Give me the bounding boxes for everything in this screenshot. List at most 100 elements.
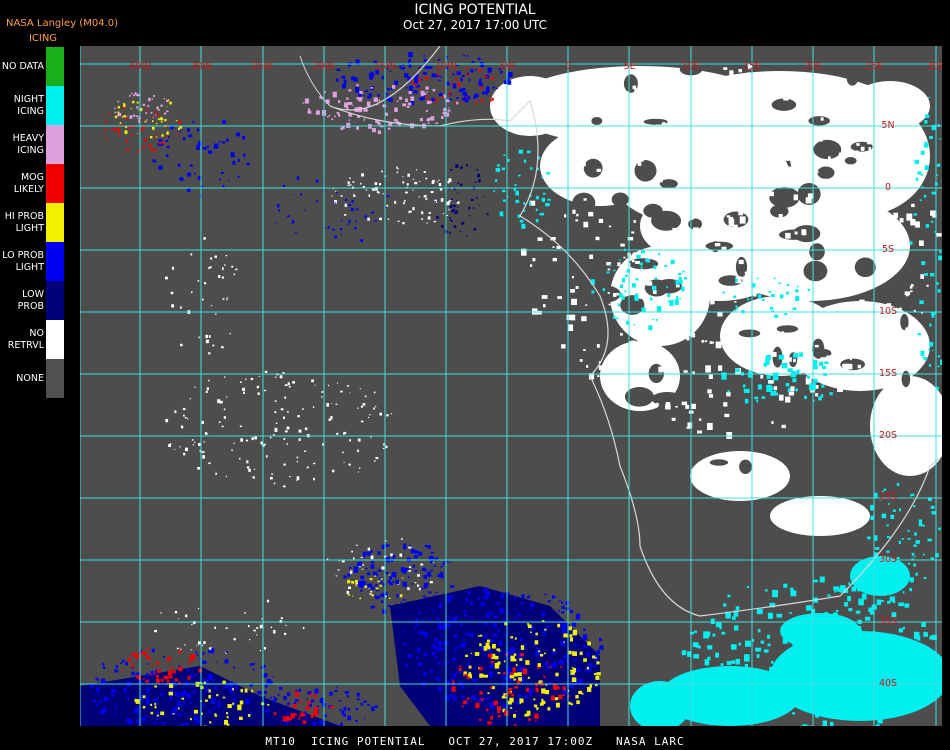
cloud-pixel [714,243,721,247]
cloud-pixel [361,568,364,570]
cloud-pixel [293,194,295,195]
cloud-pixel [427,122,430,124]
cloud-pixel [571,276,574,279]
cloud-pixel [347,62,351,67]
cloud-pixel [151,98,153,100]
cloud-pixel [693,142,697,148]
cloud-pixel [432,88,436,92]
cloud-pixel [904,693,907,697]
cloud-pixel [759,677,763,681]
cloud-pixel [450,678,454,681]
cloud-pixel [285,430,288,433]
cloud-pixel [499,640,502,644]
cloud-pixel [562,694,565,696]
cloud-pixel [418,551,423,556]
cloud-pixel [287,382,290,386]
cloud-pixel [561,626,567,633]
cloud-pixel [478,204,480,206]
legend-swatch [46,359,64,398]
cloud-pixel [146,119,148,121]
cloud-pixel [454,102,457,104]
cloud-pixel [351,581,355,584]
cloud-pixel [507,691,512,695]
cloud-pixel [655,319,658,321]
cloud-pixel [904,574,907,576]
cloud-pixel [167,656,171,662]
cloud-pixel [827,640,831,643]
cloud-pixel [126,116,128,118]
cloud-pixel [665,402,671,408]
cloud-pixel [376,121,380,124]
cloud-pixel [368,93,372,97]
cloud-pixel [129,115,133,119]
cloud-pixel [709,670,712,673]
cloud-pixel [521,223,526,229]
cloud-pixel [408,85,414,91]
cloud-pixel [263,700,266,703]
cloud-pixel [235,268,238,271]
cloud-pixel [178,650,182,654]
cloud-pixel [148,144,151,148]
cloud-pixel [529,202,532,205]
cloud-pixel [735,278,738,283]
cloud-pixel [895,321,900,325]
cloud-pixel [203,237,206,240]
cloud-pixel [430,551,434,554]
cloud-pixel [154,705,157,709]
cloud-pixel [340,219,343,222]
cloud-pixel [763,305,768,310]
cloud-pixel [664,264,667,267]
cloud-pixel [296,460,298,463]
cloud-pixel [231,449,233,451]
cloud-pixel [938,255,942,261]
cloud-pixel [648,325,653,331]
cloud-pixel [767,309,770,312]
cloud-pixel [849,174,852,177]
cloud-pixel [251,437,254,441]
cloud-pixel [744,271,747,275]
cloud-pixel [890,205,893,209]
cloud-pixel [165,139,169,143]
cloud-pixel [795,296,800,301]
cloud-pixel [178,713,182,716]
cloud-pixel [468,215,471,217]
cloud-pixel [859,318,863,323]
cloud-pixel [920,150,925,155]
cloud-pixel [134,707,139,712]
cloud-pixel [100,709,104,715]
cloud-pixel [419,87,421,90]
cloud-pixel [648,349,653,352]
cloud-pixel [348,594,351,596]
cloud-pixel [443,87,445,89]
cloud-pixel [413,626,416,629]
cloud-pixel [363,108,368,112]
icing-map[interactable]: 40W30W25W20W15W10W5W05E10E15E20E25E30E35… [80,46,942,726]
cloud-pixel [486,613,490,618]
cloud-pixel [205,334,208,339]
cloud-pixel [477,57,481,61]
cloud-pixel [707,204,713,210]
cloud-pixel [226,299,228,301]
cloud-pixel [145,695,149,700]
cloud-pixel [495,168,500,172]
cloud-pixel [335,575,338,577]
cloud-pixel [157,109,160,111]
cloud-pixel [562,624,567,627]
cloud-pixel [787,388,791,392]
cloud-pixel [786,291,789,295]
cloud-pixel [870,645,876,649]
cloud-pixel [735,658,740,665]
cloud-pixel [112,127,116,131]
cloud-pixel [914,159,919,165]
cloud-pixel [165,698,168,701]
cloud-pixel [658,231,661,234]
cloud-pixel [535,720,537,722]
cloud-gap [583,158,603,178]
cloud-pixel [357,449,359,453]
cloud-pixel [387,218,390,220]
cloud-pixel [479,78,482,81]
cloud-gap [739,459,752,474]
cloud-pixel [286,443,288,445]
cloud-pixel [152,128,155,131]
cloud-pixel [904,291,911,295]
